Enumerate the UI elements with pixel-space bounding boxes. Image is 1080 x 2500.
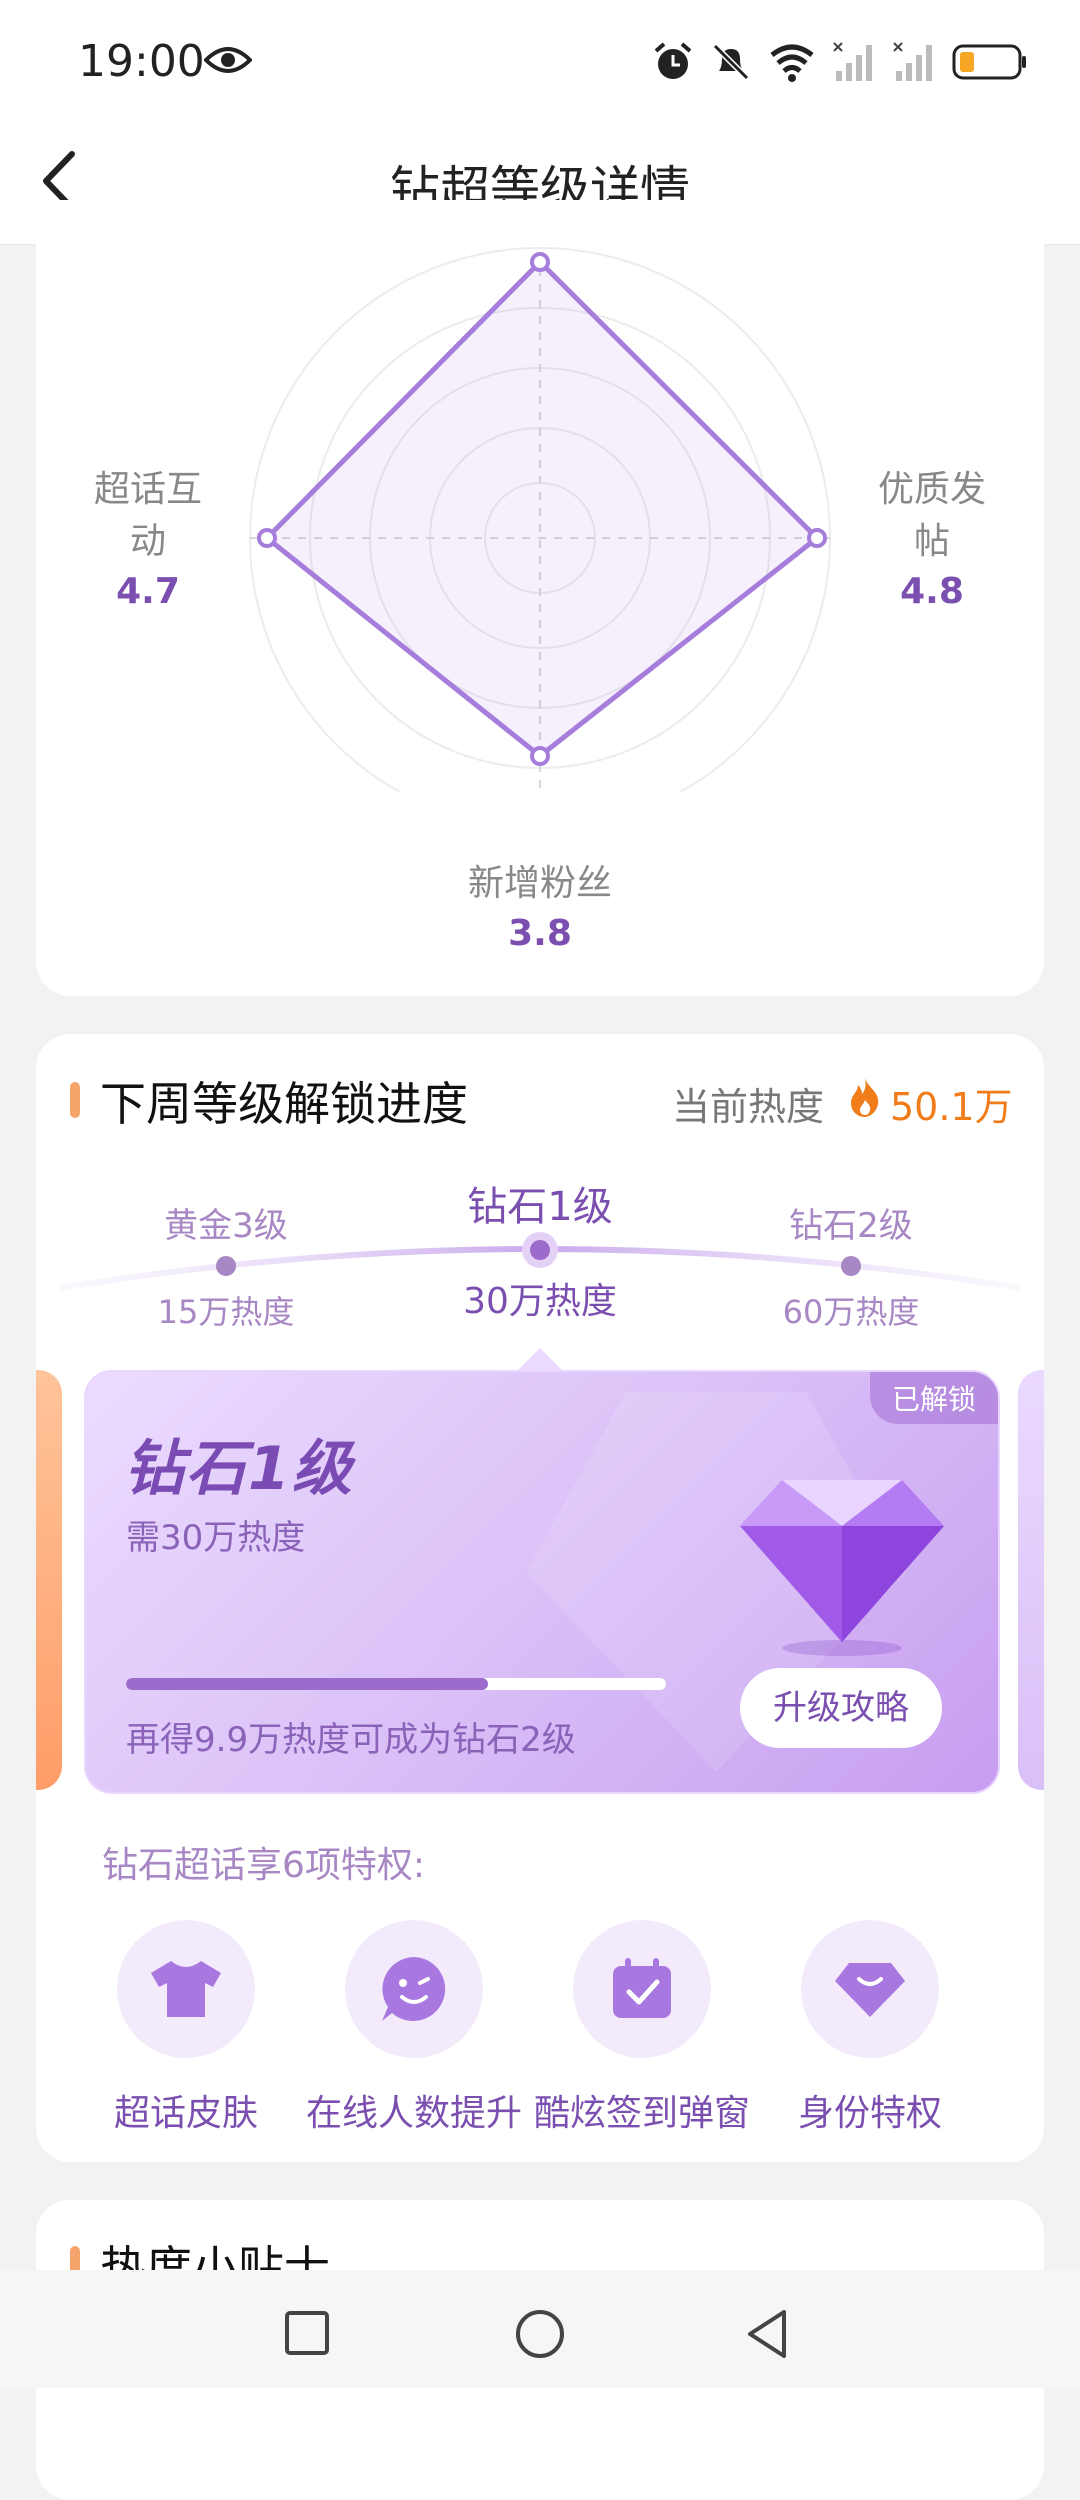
flame-icon xyxy=(851,1078,879,1117)
status-time: 19:00 xyxy=(78,36,205,87)
axis-label-line1: 优质发 xyxy=(877,469,986,510)
current-heat-label: 当前热度 xyxy=(672,1085,825,1129)
privilege-checkin-popup[interactable]: 酷炫签到弹窗 xyxy=(528,1920,756,2136)
privilege-icon-bg xyxy=(573,1920,711,2058)
alarm-icon xyxy=(654,42,692,79)
battery-icon xyxy=(952,44,1026,80)
level-card-requirement: 需30万热度 xyxy=(126,1518,306,1558)
privilege-label: 酷炫签到弹窗 xyxy=(533,2093,750,2134)
section-title: 下周等级解锁进度 xyxy=(100,1077,468,1131)
privilege-label: 在线人数提升 xyxy=(305,2093,522,2134)
recent-apps-icon[interactable] xyxy=(284,2310,330,2356)
signal-icon-2 xyxy=(893,42,932,81)
radar-axis-posts: 优质发 帖 4.8 xyxy=(852,464,1012,616)
axis-value: 4.8 xyxy=(900,571,964,612)
status-bar: 19:00 xyxy=(0,0,1080,120)
privilege-icon-bg xyxy=(345,1920,483,2058)
radar-axis-interaction: 超话互 动 4.7 xyxy=(68,464,228,616)
next-level-card[interactable] xyxy=(1018,1370,1044,1790)
level-progress-bar xyxy=(126,1678,666,1690)
current-heat-value: 50.1万 xyxy=(890,1085,1013,1129)
axis-label-line2: 动 xyxy=(129,521,166,562)
signal-icon-1 xyxy=(833,42,872,81)
diamond-gem-icon xyxy=(740,1480,944,1656)
level-progress-fill xyxy=(126,1678,488,1690)
radar-polygon xyxy=(264,259,820,759)
radar-chart xyxy=(249,247,831,792)
mute-bell-icon xyxy=(712,43,750,81)
privilege-label: 超话皮肤 xyxy=(113,2093,258,2134)
privileges-title: 钻石超话享6项特权: xyxy=(102,1845,426,1886)
radar-point-right xyxy=(807,528,827,548)
privilege-skin[interactable]: 超话皮肤 xyxy=(72,1920,300,2136)
tshirt-icon xyxy=(151,1961,221,2017)
upgrade-guide-button[interactable]: 升级攻略 xyxy=(740,1668,942,1748)
level-progress-text: 再得9.9万热度可成为钻石2级 xyxy=(126,1720,576,1760)
radar-point-left xyxy=(257,528,277,548)
privilege-icon-bg xyxy=(801,1920,939,2058)
radar-point-bottom xyxy=(530,746,550,766)
unlocked-badge: 已解锁 xyxy=(869,1372,998,1424)
privilege-identity[interactable]: 身份特权 xyxy=(756,1920,984,2136)
level-diamond2[interactable]: 钻石2级 60万热度 xyxy=(731,1198,971,1333)
eye-icon xyxy=(204,47,252,73)
privilege-icon-bg xyxy=(117,1920,255,2058)
back-nav-icon[interactable] xyxy=(744,2308,790,2360)
home-icon[interactable] xyxy=(514,2308,566,2360)
level-card-title: 钻石1级 xyxy=(124,1434,354,1504)
level-heat: 60万热度 xyxy=(782,1293,920,1331)
axis-value: 3.8 xyxy=(508,913,572,954)
axis-label-line1: 超话互 xyxy=(93,469,202,510)
axis-value: 4.7 xyxy=(116,571,180,612)
diamond-badge-icon xyxy=(835,1963,905,2017)
level-diamond1[interactable]: 钻石1级 30万热度 xyxy=(420,1174,660,1324)
level-heat: 15万热度 xyxy=(157,1293,295,1331)
privilege-label: 身份特权 xyxy=(797,2093,942,2134)
smiley-chat-icon xyxy=(382,1957,446,2021)
level-gold3[interactable]: 黄金3级 15万热度 xyxy=(106,1198,346,1333)
radar-point-top xyxy=(530,252,550,272)
radar-axis-fans: 新增粉丝 3.8 xyxy=(400,858,680,958)
axis-label-line2: 帖 xyxy=(913,521,950,562)
level-name: 钻石1级 xyxy=(467,1184,613,1230)
section-accent-bar xyxy=(70,1082,80,1118)
wifi-icon xyxy=(770,44,814,82)
level-name: 黄金3级 xyxy=(164,1206,288,1246)
system-nav-bar xyxy=(0,2270,1080,2388)
level-heat: 30万热度 xyxy=(463,1281,617,1322)
privilege-online-count[interactable]: 在线人数提升 xyxy=(300,1920,528,2136)
level-name: 钻石2级 xyxy=(789,1206,913,1246)
calendar-check-icon xyxy=(613,1958,671,2018)
prev-level-card[interactable] xyxy=(36,1370,62,1790)
axis-label-line1: 新增粉丝 xyxy=(467,863,612,904)
status-icons xyxy=(652,38,1028,86)
level-card: 已解锁 钻石1级 需30万热度 再得9.9万热度可成为钻石2级 升级攻略 xyxy=(84,1370,1000,1794)
